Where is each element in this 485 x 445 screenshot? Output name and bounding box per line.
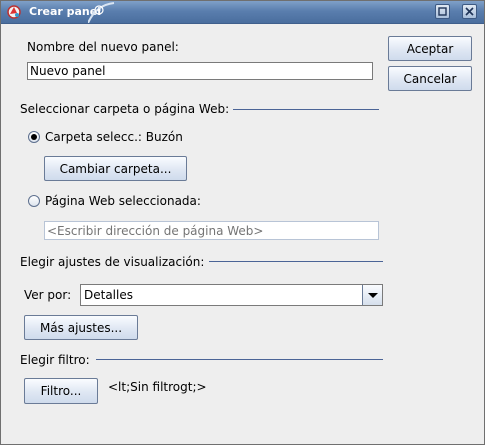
radio-selected-dot [31,134,37,140]
maximize-button[interactable] [435,4,450,19]
web-page-radio-label[interactable]: Página Web seleccionada: [45,194,201,208]
view-by-label: Ver por: [24,288,72,302]
web-page-radio[interactable] [28,195,40,207]
filter-button[interactable]: Filtro... [24,378,98,404]
app-icon [7,5,21,19]
close-icon [465,7,474,16]
change-folder-button[interactable]: Cambiar carpeta... [44,156,187,181]
panel-name-label: Nombre del nuevo panel: [27,40,179,54]
filter-value-label: <lt;Sin filtrogt;> [108,380,207,394]
panel-name-input[interactable] [27,62,373,80]
title-decoration-icon [88,2,115,23]
view-by-value: Detalles [84,288,133,302]
filter-section-divider [96,359,383,360]
folder-radio[interactable] [28,131,40,143]
view-by-select[interactable]: Detalles [80,284,383,306]
folder-radio-label[interactable]: Carpeta selecc.: Buzón [45,130,183,144]
cancel-button[interactable]: Cancelar [388,66,472,91]
dialog-window: Crear panel Nombre del nuevo panel: Acep… [0,0,485,445]
filter-section-label: Elegir filtro: [20,353,90,367]
view-section-label: Elegir ajustes de visualización: [20,255,205,269]
folder-section-divider [233,109,379,110]
title-bar[interactable]: Crear panel [1,1,484,24]
more-settings-button[interactable]: Más ajustes... [24,315,138,340]
view-section-divider [209,261,383,262]
folder-section-label: Seleccionar carpeta o página Web: [20,102,230,116]
maximize-icon [438,7,447,16]
close-button[interactable] [462,4,477,19]
dropdown-button[interactable] [362,285,382,305]
chevron-down-icon [368,293,378,298]
accept-button[interactable]: Aceptar [388,36,472,61]
web-address-input[interactable] [44,221,379,240]
